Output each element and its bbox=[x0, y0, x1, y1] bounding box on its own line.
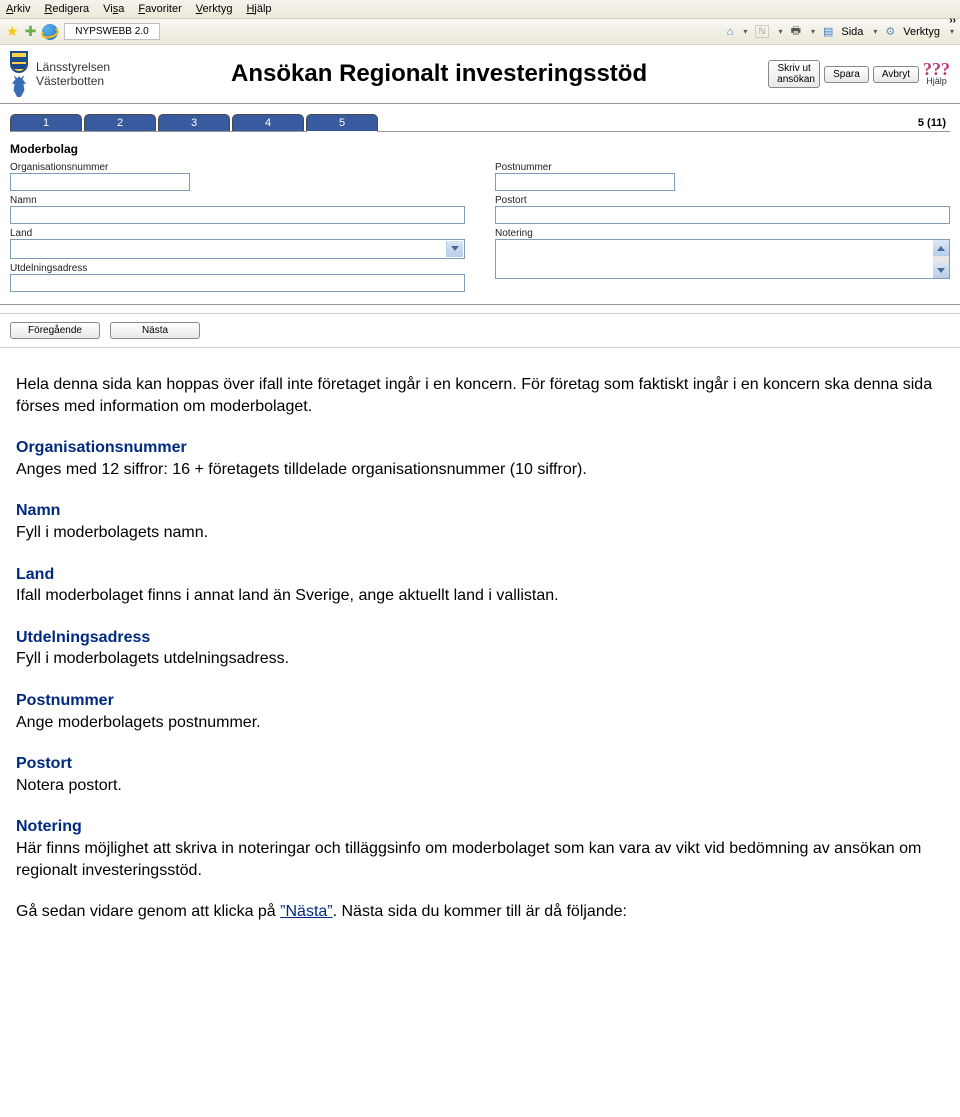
favorites-star-icon[interactable]: ★ bbox=[6, 23, 19, 40]
ie-icon bbox=[42, 24, 58, 40]
step-1[interactable]: 1 bbox=[10, 114, 82, 131]
previous-button[interactable]: Föregående bbox=[10, 322, 100, 339]
next-button[interactable]: Nästa bbox=[110, 322, 200, 339]
menu-redigera[interactable]: Redigera bbox=[44, 3, 89, 15]
step-4[interactable]: 4 bbox=[232, 114, 304, 131]
namn-label: Namn bbox=[10, 195, 465, 206]
form-heading: Moderbolag bbox=[10, 142, 950, 156]
utdel-input[interactable] bbox=[10, 274, 465, 292]
help-icon: ??? bbox=[923, 62, 950, 76]
browser-tab[interactable]: NYPSWEBB 2.0 bbox=[64, 23, 159, 40]
namn-input[interactable] bbox=[10, 206, 465, 224]
print-application-button[interactable]: Skriv ut ansökan bbox=[768, 60, 820, 88]
print-icon[interactable]: 🖶 bbox=[791, 22, 801, 41]
step-tabs: 1 2 3 4 5 5 (11) bbox=[10, 114, 950, 132]
help-button[interactable]: ??? Hjälp bbox=[923, 62, 950, 86]
instr-p4: Ifall moderbolaget finns i annat land än… bbox=[16, 587, 559, 604]
crest-icon bbox=[10, 51, 28, 73]
browser-toolbar: ★ ✚ NYPSWEBB 2.0 ⌂▾ ℕ▾ 🖶▾ ▤ Sida▾ ⚙ Verk… bbox=[0, 19, 960, 45]
app-title: Ansökan Regionalt investeringsstöd bbox=[122, 60, 756, 88]
land-select[interactable] bbox=[10, 239, 465, 259]
org-name-line2: Västerbotten bbox=[36, 74, 110, 88]
step-2[interactable]: 2 bbox=[84, 114, 156, 131]
instr-h4: Land bbox=[16, 566, 54, 583]
header-buttons: Skriv ut ansökan Spara Avbryt ??? Hjälp bbox=[768, 60, 950, 88]
instr-intro: Hela denna sida kan hoppas över ifall in… bbox=[16, 374, 944, 417]
overflow-chevrons-icon[interactable]: ›› bbox=[949, 15, 956, 26]
postort-label: Postort bbox=[495, 195, 950, 206]
next-link-text: ”Nästa” bbox=[280, 903, 332, 920]
org-name-line1: Länsstyrelsen bbox=[36, 60, 110, 74]
instr-h8: Notering bbox=[16, 818, 82, 835]
instr-h6: Postnummer bbox=[16, 692, 114, 709]
postort-input[interactable] bbox=[495, 206, 950, 224]
toolbar-right: ⌂▾ ℕ▾ 🖶▾ ▤ Sida▾ ⚙ Verktyg▾ bbox=[727, 22, 954, 41]
scroll-up-icon[interactable] bbox=[933, 240, 949, 256]
instr-p5: Fyll i moderbolagets utdelningsadress. bbox=[16, 650, 289, 667]
instructions: Hela denna sida kan hoppas över ifall in… bbox=[0, 348, 960, 953]
instr-p6: Ange moderbolagets postnummer. bbox=[16, 714, 261, 731]
menu-visa[interactable]: Visa bbox=[103, 3, 124, 15]
textarea-scrollbar[interactable] bbox=[933, 240, 949, 278]
reindeer-icon bbox=[10, 75, 28, 97]
instr-next: Gå sedan vidare genom att klicka på ”Näs… bbox=[16, 901, 944, 923]
step-5[interactable]: 5 bbox=[306, 114, 378, 132]
app-header: Länsstyrelsen Västerbotten Ansökan Regio… bbox=[0, 45, 960, 104]
instr-h3: Namn bbox=[16, 502, 60, 519]
orgnr-label: Organisationsnummer bbox=[10, 162, 465, 173]
menu-arkiv[interactable]: Arkiv bbox=[6, 3, 30, 15]
tools-gear-icon[interactable]: ⚙ bbox=[885, 25, 895, 38]
page-icon[interactable]: ▤ bbox=[823, 25, 833, 38]
page-label[interactable]: Sida bbox=[841, 26, 863, 38]
notering-textarea[interactable] bbox=[495, 239, 950, 279]
home-icon[interactable]: ⌂ bbox=[727, 26, 734, 38]
instr-p7: Notera postort. bbox=[16, 777, 122, 794]
orgnr-input[interactable] bbox=[10, 173, 190, 191]
step-3[interactable]: 3 bbox=[158, 114, 230, 131]
instr-h2: Organisationsnummer bbox=[16, 439, 187, 456]
cancel-button[interactable]: Avbryt bbox=[873, 66, 919, 83]
instr-p2: Anges med 12 siffror: 16 + företagets ti… bbox=[16, 461, 587, 478]
instr-h7: Postort bbox=[16, 755, 72, 772]
tools-label[interactable]: Verktyg bbox=[903, 26, 940, 38]
form-right-col: Postnummer Postort Notering bbox=[495, 158, 950, 292]
instr-p8: Här finns möjlighet att skriva in noteri… bbox=[16, 840, 921, 879]
postnr-input[interactable] bbox=[495, 173, 675, 191]
notering-label: Notering bbox=[495, 228, 950, 239]
chevron-down-icon bbox=[451, 246, 459, 251]
page-indicator: 5 (11) bbox=[918, 117, 950, 129]
scroll-down-icon[interactable] bbox=[933, 262, 949, 278]
instr-p3: Fyll i moderbolagets namn. bbox=[16, 524, 208, 541]
postnr-label: Postnummer bbox=[495, 162, 950, 173]
instr-h5: Utdelningsadress bbox=[16, 629, 150, 646]
form-area: Moderbolag Organisationsnummer Namn Land… bbox=[0, 132, 960, 305]
menu-hjalp[interactable]: Hjälp bbox=[246, 3, 271, 15]
rss-icon[interactable]: ℕ bbox=[755, 25, 768, 38]
menu-verktyg[interactable]: Verktyg bbox=[196, 3, 233, 15]
form-left-col: Organisationsnummer Namn Land Utdelnings… bbox=[10, 158, 465, 292]
utdel-label: Utdelningsadress bbox=[10, 263, 465, 274]
browser-menubar: Arkiv Redigera Visa Favoriter Verktyg Hj… bbox=[0, 0, 960, 19]
nav-row: Föregående Nästa bbox=[0, 313, 960, 348]
menu-favoriter[interactable]: Favoriter bbox=[138, 3, 181, 15]
save-button[interactable]: Spara bbox=[824, 66, 869, 83]
org-logo: Länsstyrelsen Västerbotten bbox=[10, 51, 110, 97]
land-label: Land bbox=[10, 228, 465, 239]
add-favorite-icon[interactable]: ✚ bbox=[25, 23, 37, 40]
